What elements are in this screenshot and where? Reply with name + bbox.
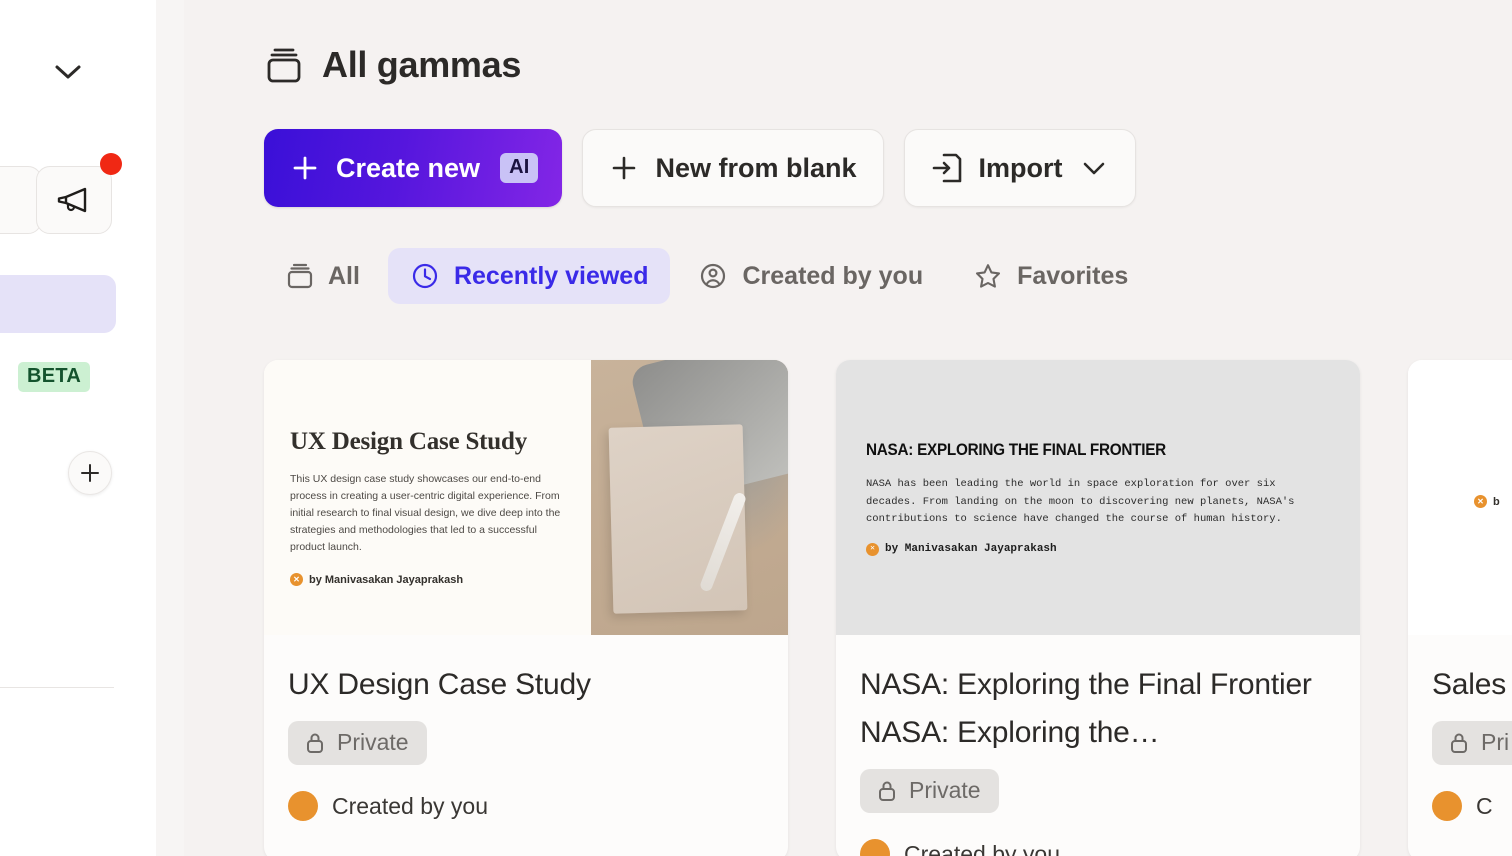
avatar — [288, 791, 318, 821]
gammas-stack-icon — [286, 261, 314, 291]
gamma-card-list: UX Design Case Study This UX design case… — [264, 360, 1512, 856]
card-badge-row: Pri — [1432, 721, 1512, 765]
thumbnail-photo — [591, 360, 788, 635]
card-footer-label: C — [1476, 792, 1493, 819]
tab-recently-viewed[interactable]: Recently viewed — [387, 248, 671, 304]
import-button[interactable]: Import — [903, 129, 1136, 207]
plus-icon — [290, 153, 320, 183]
card-footer-label: Created by you — [332, 792, 488, 819]
create-new-button[interactable]: Create new AI — [264, 129, 563, 207]
filter-tabs: All Recently viewed Created by you Favor… — [264, 248, 1150, 304]
card-footer: Created by you — [860, 839, 1336, 856]
card-badge-row: Private — [288, 721, 764, 765]
new-from-blank-button[interactable]: New from blank — [582, 129, 884, 207]
megaphone-icon — [57, 187, 87, 213]
user-circle-icon — [698, 261, 728, 291]
avatar: ✕ — [290, 573, 303, 586]
beta-badge: BETA — [18, 362, 91, 392]
card-thumbnail: ✕ b — [1408, 360, 1512, 635]
import-file-icon — [931, 151, 963, 185]
avatar: ✕ — [866, 542, 879, 556]
chevron-down-icon — [55, 65, 81, 79]
avatar — [860, 839, 890, 856]
clock-icon — [410, 261, 440, 291]
sidebar-add-button[interactable] — [68, 451, 112, 495]
lock-icon — [876, 779, 898, 803]
tab-recently-viewed-label: Recently viewed — [453, 261, 649, 290]
card-thumbnail: UX Design Case Study This UX design case… — [264, 360, 788, 635]
page-scrollbar-track[interactable] — [156, 0, 334, 856]
tab-created-by-you-label: Created by you — [742, 261, 924, 290]
thumbnail-byline-row: ✕ by Manivasakan Jayaprakash — [290, 573, 567, 586]
card-title: NASA: Exploring the Final Frontier NASA:… — [860, 668, 1312, 749]
plus-icon — [609, 153, 639, 183]
announcements-button[interactable] — [36, 166, 112, 234]
tab-favorites-label: Favorites — [1017, 261, 1129, 290]
new-from-blank-label: New from blank — [655, 152, 857, 183]
gammas-stack-icon — [264, 44, 304, 86]
page-title: All gammas — [322, 44, 522, 85]
tab-all-label: All — [328, 261, 360, 290]
status-badge: Private — [860, 769, 999, 813]
card-body: UX Design Case Study Private Created by … — [264, 635, 788, 856]
app-root: BETA All gammas Create new AI New from b… — [0, 0, 1512, 856]
status-badge-label: Pri — [1481, 729, 1510, 755]
card-footer: C — [1432, 791, 1512, 821]
sidebar-collapse-chevron[interactable] — [52, 58, 84, 86]
action-buttons: Create new AI New from blank Import — [264, 129, 1136, 207]
avatar — [1432, 791, 1462, 821]
card-body: Sales Pri C — [1408, 635, 1512, 856]
card-thumbnail: NASA: EXPLORING THE FINAL FRONTIER NASA … — [836, 360, 1360, 635]
left-sidebar: BETA — [0, 0, 160, 856]
create-new-label: Create new — [336, 152, 481, 183]
main-content: All gammas Create new AI New from blank … — [184, 0, 1512, 856]
status-badge-label: Private — [337, 729, 409, 755]
card-body: NASA: Exploring the Final Frontier NASA:… — [836, 635, 1360, 856]
chevron-down-icon — [1079, 158, 1109, 178]
gamma-card[interactable]: ✕ b Sales Pri C — [1408, 360, 1512, 856]
thumbnail-byline-row: ✕ by Manivasakan Jayaprakash — [866, 542, 1332, 556]
status-badge: Pri — [1432, 721, 1512, 765]
sidebar-item-active[interactable] — [0, 275, 116, 333]
status-badge: Private — [288, 721, 427, 765]
tab-all[interactable]: All — [264, 248, 382, 304]
avatar: ✕ — [1474, 495, 1487, 508]
thumbnail-heading: UX Design Case Study — [290, 428, 528, 455]
thumbnail-byline-row: ✕ b — [1474, 495, 1512, 508]
sidebar-divider — [0, 687, 114, 688]
thumbnail-heading: NASA: EXPLORING THE FINAL FRONTIER — [866, 440, 1166, 459]
thumbnail-byline: by Manivasakan Jayaprakash — [885, 543, 1057, 556]
thumbnail-byline: by Manivasakan Jayaprakash — [309, 573, 464, 586]
gamma-card[interactable]: NASA: EXPLORING THE FINAL FRONTIER NASA … — [836, 360, 1360, 856]
thumbnail-body: This UX design case study showcases our … — [290, 473, 561, 553]
page-header: All gammas — [264, 44, 521, 86]
plus-icon — [81, 464, 99, 482]
tab-favorites[interactable]: Favorites — [951, 248, 1150, 304]
card-footer-label: Created by you — [904, 840, 1060, 856]
thumbnail-byline: b — [1493, 495, 1500, 508]
gamma-card[interactable]: UX Design Case Study This UX design case… — [264, 360, 788, 856]
import-label: Import — [978, 152, 1063, 183]
thumbnail-body: NASA has been leading the world in space… — [866, 478, 1295, 526]
card-title: UX Design Case Study — [288, 668, 591, 701]
star-icon — [973, 261, 1003, 291]
card-title: Sales — [1432, 668, 1507, 701]
notification-dot — [100, 153, 122, 175]
status-badge-label: Private — [909, 777, 981, 803]
tab-created-by-you[interactable]: Created by you — [676, 248, 945, 304]
lock-icon — [304, 731, 326, 755]
lock-icon — [1448, 731, 1470, 755]
ai-badge: AI — [500, 153, 539, 183]
card-badge-row: Private — [860, 769, 1336, 813]
card-footer: Created by you — [288, 791, 764, 821]
